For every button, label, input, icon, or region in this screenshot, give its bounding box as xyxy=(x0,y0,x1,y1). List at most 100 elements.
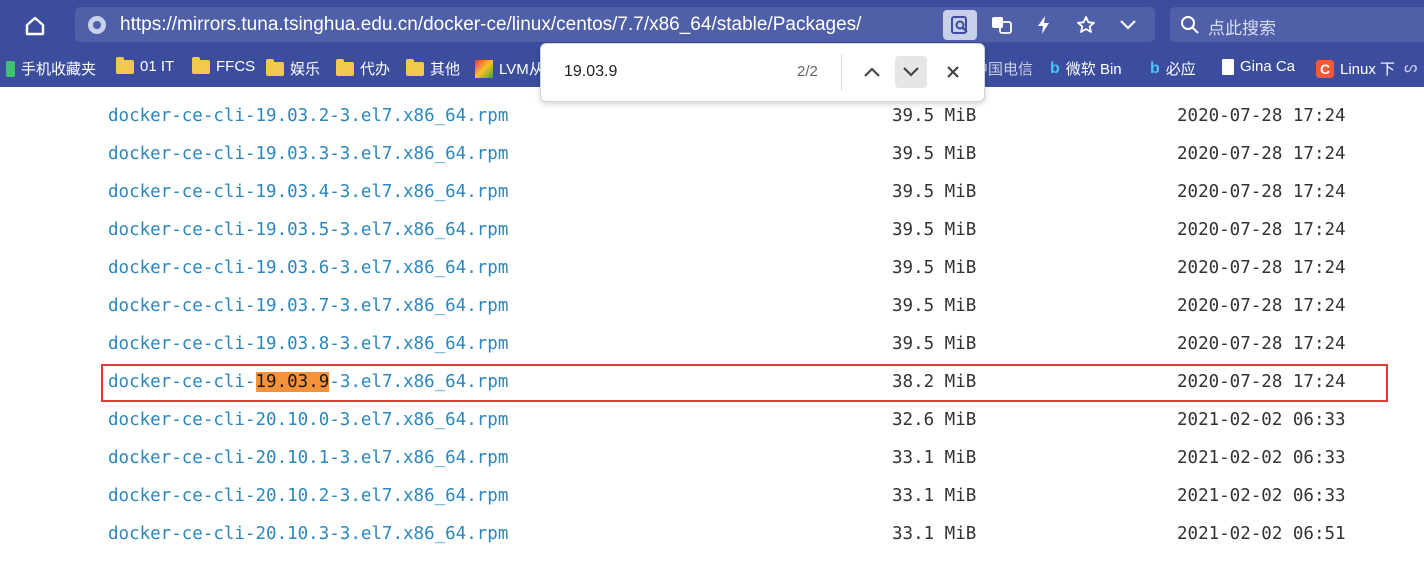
favorite-button[interactable] xyxy=(1069,10,1103,40)
table-row: docker-ce-cli-20.10.3-3.el7.x86_64.rpm 3… xyxy=(0,515,1424,553)
chevron-down-icon xyxy=(903,67,919,77)
chevron-down-icon xyxy=(1120,19,1136,30)
translate-icon xyxy=(992,16,1012,34)
find-in-page-button[interactable] xyxy=(943,9,977,40)
find-bar: 19.03.9 2/2 xyxy=(540,43,985,102)
file-date: 2020-07-28 17:24 xyxy=(1177,106,1346,126)
package-link[interactable]: docker-ce-cli-20.10.0-3.el7.x86_64.rpm xyxy=(108,410,508,430)
bookmark-label: 手机收藏夹 xyxy=(21,61,97,78)
bookmark-item[interactable]: Gina Ca xyxy=(1222,58,1295,75)
bookmark-label: 代办 xyxy=(360,61,391,78)
file-date: 2021-02-02 06:33 xyxy=(1177,410,1346,430)
site-info-icon[interactable] xyxy=(88,16,106,34)
star-icon xyxy=(1077,15,1095,33)
file-date: 2021-02-02 06:33 xyxy=(1177,448,1346,468)
close-icon xyxy=(947,66,959,78)
bookmark-label: Linux 下 xyxy=(1340,61,1396,78)
file-date: 2020-07-28 17:24 xyxy=(1177,296,1346,316)
annotation-box xyxy=(101,364,1388,402)
file-size: 39.5 MiB xyxy=(892,296,977,316)
bookmark-label: 必应 xyxy=(1165,61,1196,78)
table-row: docker-ce-cli-19.03.6-3.el7.x86_64.rpm 3… xyxy=(0,249,1424,287)
package-link[interactable]: docker-ce-cli-19.03.4-3.el7.x86_64.rpm xyxy=(108,182,508,202)
home-icon xyxy=(25,16,45,36)
find-next-button[interactable] xyxy=(895,56,927,88)
table-row: docker-ce-cli-19.03.4-3.el7.x86_64.rpm 3… xyxy=(0,173,1424,211)
home-button[interactable] xyxy=(20,12,50,40)
bookmark-item[interactable]: C Linux 下 xyxy=(1316,58,1395,79)
package-link[interactable]: docker-ce-cli-19.03.2-3.el7.x86_64.rpm xyxy=(108,106,508,126)
file-size: 39.5 MiB xyxy=(892,334,977,354)
lightning-icon xyxy=(1038,15,1049,34)
bookmark-item[interactable]: b 微软 Bin xyxy=(1050,58,1122,79)
c-icon: C xyxy=(1316,59,1334,78)
find-close-button[interactable] xyxy=(937,56,969,88)
package-link[interactable]: docker-ce-cli-19.03.8-3.el7.x86_64.rpm xyxy=(108,334,508,354)
bookmark-label: 微软 Bin xyxy=(1065,61,1122,78)
file-size: 33.1 MiB xyxy=(892,448,977,468)
file-date: 2020-07-28 17:24 xyxy=(1177,258,1346,278)
package-link[interactable]: docker-ce-cli-19.03.6-3.el7.x86_64.rpm xyxy=(108,258,508,278)
find-input[interactable]: 19.03.9 xyxy=(564,63,617,81)
folder-icon xyxy=(336,58,354,76)
package-link[interactable]: docker-ce-cli-19.03.3-3.el7.x86_64.rpm xyxy=(108,144,508,164)
search-box[interactable]: 点此搜索 xyxy=(1170,7,1424,42)
search-icon xyxy=(1181,16,1199,34)
file-size: 33.1 MiB xyxy=(892,486,977,506)
chevron-up-icon xyxy=(864,67,880,77)
file-date: 2020-07-28 17:24 xyxy=(1177,182,1346,202)
search-placeholder: 点此搜索 xyxy=(1208,19,1276,38)
file-size: 39.5 MiB xyxy=(892,220,977,240)
bookmark-item[interactable]: FFCS xyxy=(192,56,256,75)
url-text[interactable]: https://mirrors.tuna.tsinghua.edu.cn/doc… xyxy=(120,14,861,36)
find-divider xyxy=(841,54,842,91)
folder-icon xyxy=(406,58,424,76)
address-dropdown-button[interactable] xyxy=(1111,10,1145,40)
bookmark-label: 01 IT xyxy=(140,58,175,75)
bookmark-item[interactable]: LVM从 xyxy=(475,58,544,79)
package-listing: docker-ce-cli-19.03.2-3.el7.x86_64.rpm 3… xyxy=(0,87,1424,567)
bookmark-item[interactable]: b 必应 xyxy=(1150,58,1196,79)
find-match-count: 2/2 xyxy=(797,63,818,80)
file-date: 2020-07-28 17:24 xyxy=(1177,334,1346,354)
table-row: docker-ce-cli-19.03.7-3.el7.x86_64.rpm 3… xyxy=(0,287,1424,325)
table-row: docker-ce-cli-19.03.5-3.el7.x86_64.rpm 3… xyxy=(0,211,1424,249)
site-icon xyxy=(475,59,493,78)
package-link[interactable]: docker-ce-cli-19.03.7-3.el7.x86_64.rpm xyxy=(108,296,508,316)
bookmark-label: LVM从 xyxy=(499,61,544,78)
package-link[interactable]: docker-ce-cli-20.10.3-3.el7.x86_64.rpm xyxy=(108,524,508,544)
bookmark-item[interactable]: 代办 xyxy=(336,58,390,79)
bookmark-label: Gina Ca xyxy=(1240,58,1296,75)
package-link[interactable]: docker-ce-cli-20.10.2-3.el7.x86_64.rpm xyxy=(108,486,508,506)
package-link[interactable]: docker-ce-cli-20.10.1-3.el7.x86_64.rpm xyxy=(108,448,508,468)
file-size: 33.1 MiB xyxy=(892,524,977,544)
table-row: docker-ce-cli-19.03.3-3.el7.x86_64.rpm 3… xyxy=(0,135,1424,173)
find-previous-button[interactable] xyxy=(856,56,888,88)
find-page-icon xyxy=(951,15,968,34)
table-row: docker-ce-cli-20.10.1-3.el7.x86_64.rpm 3… xyxy=(0,439,1424,477)
table-row-partial xyxy=(0,553,1424,567)
file-size: 39.5 MiB xyxy=(892,258,977,278)
bookmark-item[interactable]: 娱乐 xyxy=(266,58,320,79)
bookmark-item[interactable]: 其他 xyxy=(406,58,460,79)
bookmark-label: 其他 xyxy=(430,61,461,78)
table-row: docker-ce-cli-20.10.2-3.el7.x86_64.rpm 3… xyxy=(0,477,1424,515)
bookmark-item[interactable]: 01 IT xyxy=(116,56,175,75)
file-size: 39.5 MiB xyxy=(892,106,977,126)
speed-button[interactable] xyxy=(1027,10,1061,40)
bookmark-label: FFCS xyxy=(216,58,256,75)
bing-icon: b xyxy=(1150,59,1160,77)
table-row: docker-ce-cli-19.03.8-3.el7.x86_64.rpm 3… xyxy=(0,325,1424,363)
bookmark-item[interactable]: 手机收藏夹 xyxy=(6,58,96,79)
file-date: 2020-07-28 17:24 xyxy=(1177,144,1346,164)
bookmark-label: 娱乐 xyxy=(290,61,321,78)
folder-icon xyxy=(116,56,134,74)
bookmarks-overflow[interactable]: ᔕ xyxy=(1404,58,1417,76)
table-row: docker-ce-cli-19.03.2-3.el7.x86_64.rpm 3… xyxy=(0,97,1424,135)
package-link[interactable]: docker-ce-cli-19.03.5-3.el7.x86_64.rpm xyxy=(108,220,508,240)
file-date: 2021-02-02 06:33 xyxy=(1177,486,1346,506)
table-row: docker-ce-cli-20.10.0-3.el7.x86_64.rpm 3… xyxy=(0,401,1424,439)
bing-icon: b xyxy=(1050,59,1060,77)
translate-button[interactable] xyxy=(985,10,1019,40)
address-bar[interactable]: https://mirrors.tuna.tsinghua.edu.cn/doc… xyxy=(75,7,1155,42)
